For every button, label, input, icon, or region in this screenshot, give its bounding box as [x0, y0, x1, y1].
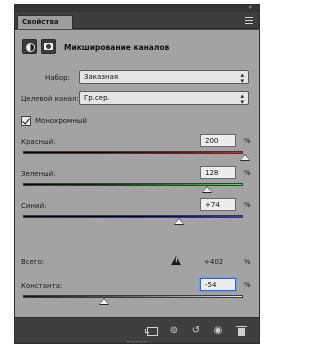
green-label: Зеленый:	[21, 170, 56, 178]
green-slider-thumb[interactable]	[202, 186, 212, 193]
blue-label: Синий:	[21, 202, 47, 210]
panel-tab-row: Свойства	[15, 12, 259, 29]
layer-mask-icon[interactable]	[41, 39, 56, 54]
adjustment-header: Микширование каналов	[19, 39, 255, 55]
preset-value: Заказная	[84, 73, 119, 81]
monochrome-label: Монохромный	[35, 117, 87, 125]
adjustment-layer-icon[interactable]	[22, 39, 37, 54]
green-value-input[interactable]: 128	[200, 166, 236, 179]
resize-grip[interactable]	[127, 341, 147, 343]
constant-label: Константа:	[21, 282, 63, 290]
monochrome-checkbox[interactable]	[21, 116, 31, 126]
output-channel-label: Целевой канал:	[21, 95, 79, 103]
total-unit: %	[244, 258, 251, 266]
red-value-input[interactable]: 200	[200, 134, 236, 147]
select-arrows-icon: ▴ ▾	[240, 92, 244, 106]
reset-icon[interactable]: ↺	[189, 324, 203, 337]
adjustment-title: Микширование каналов	[64, 43, 170, 52]
panel-content: Микширование каналов Набор: Заказная ▴ ▾ …	[15, 30, 259, 317]
properties-panel: » Свойства Микширование каналов Набор: З…	[14, 4, 260, 344]
preset-label: Набор:	[45, 74, 70, 82]
constant-slider-track[interactable]	[23, 295, 243, 298]
output-channel-select[interactable]: Гр.сер. ▴ ▾	[79, 91, 249, 106]
total-label: Всего:	[21, 258, 45, 266]
constant-unit: %	[244, 281, 251, 289]
constant-slider-thumb[interactable]	[99, 298, 109, 305]
collapse-icon[interactable]: »	[248, 4, 252, 11]
blue-slider-thumb[interactable]	[174, 218, 184, 225]
constant-value-input[interactable]: -54	[200, 278, 236, 291]
panel-menu-icon[interactable]	[245, 17, 253, 25]
visibility-eye-icon[interactable]: ◉	[211, 324, 225, 337]
blue-unit: %	[244, 201, 251, 209]
blue-value-input[interactable]: +74	[200, 198, 236, 211]
tab-properties[interactable]: Свойства	[17, 15, 73, 29]
preset-select[interactable]: Заказная ▴ ▾	[79, 70, 249, 85]
panel-top-bar[interactable]: »	[15, 4, 259, 12]
green-unit: %	[244, 169, 251, 177]
red-label: Красный:	[21, 138, 56, 146]
trash-icon[interactable]	[235, 324, 249, 337]
view-previous-icon[interactable]: ⊚	[167, 324, 181, 337]
red-slider-thumb[interactable]	[240, 154, 250, 161]
select-arrows-icon: ▴ ▾	[240, 71, 244, 85]
blue-slider-track[interactable]	[23, 215, 243, 218]
red-unit: %	[244, 137, 251, 145]
output-channel-value: Гр.сер.	[84, 94, 110, 102]
total-value: +402	[204, 258, 224, 266]
red-slider-track[interactable]	[23, 151, 243, 154]
warning-triangle-icon	[171, 256, 181, 265]
clip-to-layer-icon[interactable]	[145, 324, 159, 337]
panel-footer: ⊚ ↺ ◉	[15, 317, 259, 343]
